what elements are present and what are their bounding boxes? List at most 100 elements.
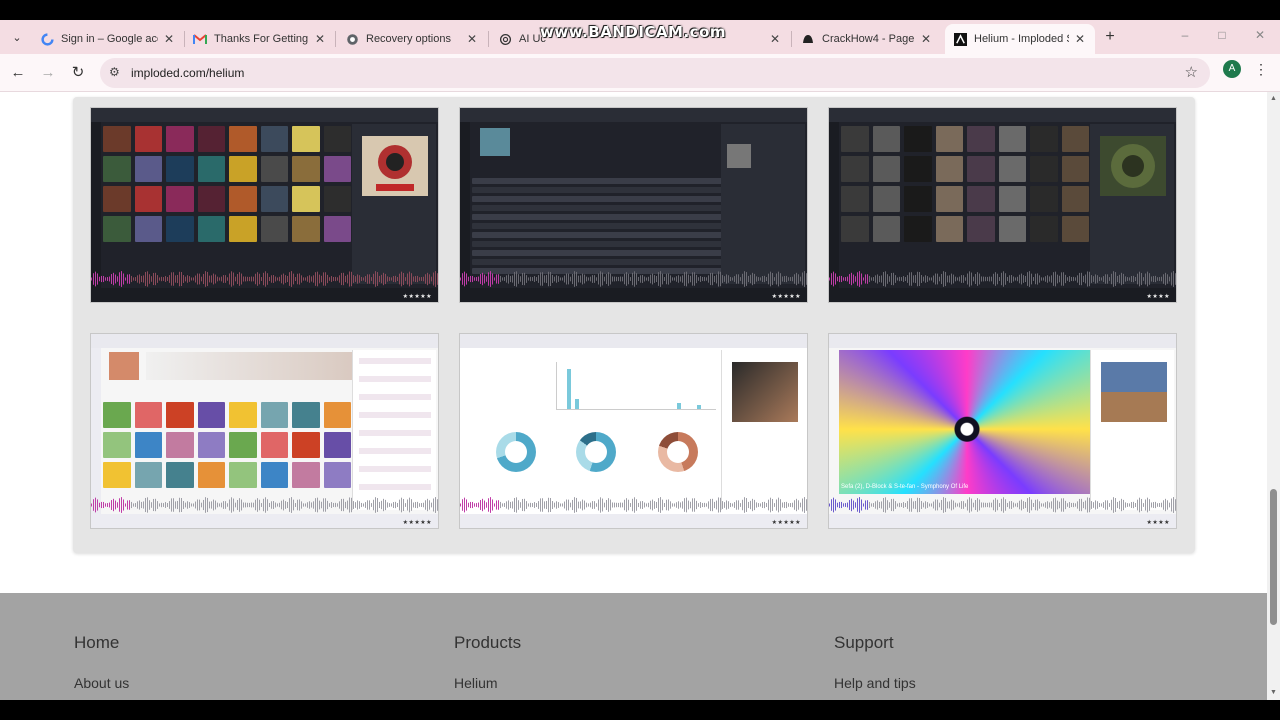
cover-tile[interactable] (292, 216, 320, 242)
cover-tile[interactable] (1030, 156, 1058, 182)
track-row[interactable] (359, 457, 431, 463)
cover-tile[interactable] (260, 126, 288, 152)
track-row[interactable] (472, 187, 722, 193)
cover-tile[interactable] (935, 216, 963, 242)
cover-tile[interactable] (904, 216, 932, 242)
cover-tile[interactable] (967, 126, 995, 152)
cover-tile[interactable] (197, 156, 225, 182)
cover-tile[interactable] (841, 126, 869, 152)
back-button[interactable]: ← (7, 62, 29, 84)
cover-tile[interactable] (904, 186, 932, 212)
cover-tile[interactable] (103, 462, 131, 488)
close-icon[interactable]: ✕ (465, 32, 479, 46)
cover-tile[interactable] (292, 462, 320, 488)
cover-tile[interactable] (260, 186, 288, 212)
screenshot-album-grid-dark[interactable]: ★★★★★ (90, 107, 439, 303)
cover-tile[interactable] (260, 432, 288, 458)
track-row[interactable] (472, 250, 722, 256)
minimize-button[interactable]: – (1175, 28, 1195, 42)
track-row[interactable] (359, 448, 431, 454)
cover-tile[interactable] (292, 186, 320, 212)
cover-tile[interactable] (103, 126, 131, 152)
tab-search-button[interactable]: ⌄ (6, 26, 28, 48)
cover-tile[interactable] (323, 462, 351, 488)
cover-tile[interactable] (872, 186, 900, 212)
cover-tile[interactable] (166, 402, 194, 428)
track-row[interactable] (472, 196, 722, 202)
cover-tile[interactable] (229, 462, 257, 488)
cover-tile[interactable] (841, 216, 869, 242)
close-icon[interactable]: ✕ (768, 32, 782, 46)
cover-tile[interactable] (872, 216, 900, 242)
cover-tile[interactable] (260, 402, 288, 428)
tab-gmail[interactable]: Thanks For Getting I ✕ (185, 24, 335, 54)
screenshot-visualizer[interactable]: Sefa (2), D-Block & S-te-fan - Symphony … (828, 333, 1177, 529)
cover-tile[interactable] (103, 402, 131, 428)
cover-tile[interactable] (904, 126, 932, 152)
footer-heading[interactable]: Products (454, 633, 521, 653)
cover-tile[interactable] (229, 186, 257, 212)
track-row[interactable] (359, 376, 431, 382)
footer-link-about-us[interactable]: About us (74, 675, 129, 691)
cover-tile[interactable] (197, 186, 225, 212)
site-info-icon[interactable]: ⚙ (109, 65, 120, 79)
maximize-button[interactable]: □ (1212, 28, 1232, 42)
close-icon[interactable]: ✕ (919, 32, 933, 46)
cover-tile[interactable] (1030, 216, 1058, 242)
screenshot-album-grid-light[interactable]: ★★★★★ (90, 333, 439, 529)
cover-tile[interactable] (166, 156, 194, 182)
cover-tile[interactable] (229, 402, 257, 428)
cover-tile[interactable] (841, 156, 869, 182)
cover-tile[interactable] (1061, 216, 1089, 242)
reload-button[interactable]: ↻ (67, 62, 89, 84)
cover-tile[interactable] (103, 156, 131, 182)
cover-tile[interactable] (935, 126, 963, 152)
scroll-up-arrow-icon[interactable]: ▲ (1269, 95, 1278, 104)
cover-tile[interactable] (323, 126, 351, 152)
screenshot-track-list-dark[interactable]: ★★★★★ (459, 107, 808, 303)
track-row[interactable] (359, 439, 431, 445)
cover-tile[interactable] (323, 402, 351, 428)
cover-tile[interactable] (166, 186, 194, 212)
track-row[interactable] (472, 259, 722, 265)
cover-tile[interactable] (166, 462, 194, 488)
tab-google-signin[interactable]: Sign in – Google acc ✕ (32, 24, 184, 54)
tab-helium[interactable]: Helium - Imploded S ✕ (945, 24, 1095, 54)
cover-tile[interactable] (229, 216, 257, 242)
new-tab-button[interactable]: + (1100, 27, 1120, 47)
cover-tile[interactable] (134, 186, 162, 212)
cover-tile[interactable] (103, 186, 131, 212)
window-close-button[interactable]: ✕ (1250, 28, 1270, 42)
cover-tile[interactable] (323, 216, 351, 242)
track-row[interactable] (359, 385, 431, 391)
cover-tile[interactable] (166, 216, 194, 242)
cover-tile[interactable] (134, 126, 162, 152)
cover-tile[interactable] (103, 432, 131, 458)
forward-button[interactable]: → (37, 62, 59, 84)
cover-tile[interactable] (103, 216, 131, 242)
cover-tile[interactable] (1061, 186, 1089, 212)
track-row[interactable] (472, 214, 722, 220)
cover-tile[interactable] (998, 126, 1026, 152)
cover-tile[interactable] (292, 432, 320, 458)
footer-link-helium[interactable]: Helium (454, 675, 521, 691)
cover-tile[interactable] (323, 186, 351, 212)
cover-tile[interactable] (134, 432, 162, 458)
cover-tile[interactable] (998, 156, 1026, 182)
menu-icon[interactable]: ⋮ (1254, 61, 1268, 78)
cover-tile[interactable] (229, 126, 257, 152)
cover-tile[interactable] (166, 432, 194, 458)
cover-tile[interactable] (998, 216, 1026, 242)
track-row[interactable] (359, 466, 431, 472)
bookmark-star-icon[interactable]: ☆ (1185, 63, 1198, 81)
cover-tile[interactable] (197, 216, 225, 242)
cover-tile[interactable] (872, 126, 900, 152)
track-row[interactable] (472, 205, 722, 211)
cover-tile[interactable] (134, 402, 162, 428)
cover-tile[interactable] (197, 432, 225, 458)
cover-tile[interactable] (260, 462, 288, 488)
track-row[interactable] (359, 358, 431, 364)
screenshot-artist-grid-dark[interactable]: ★★★★ (828, 107, 1177, 303)
cover-tile[interactable] (197, 126, 225, 152)
track-row[interactable] (359, 367, 431, 373)
